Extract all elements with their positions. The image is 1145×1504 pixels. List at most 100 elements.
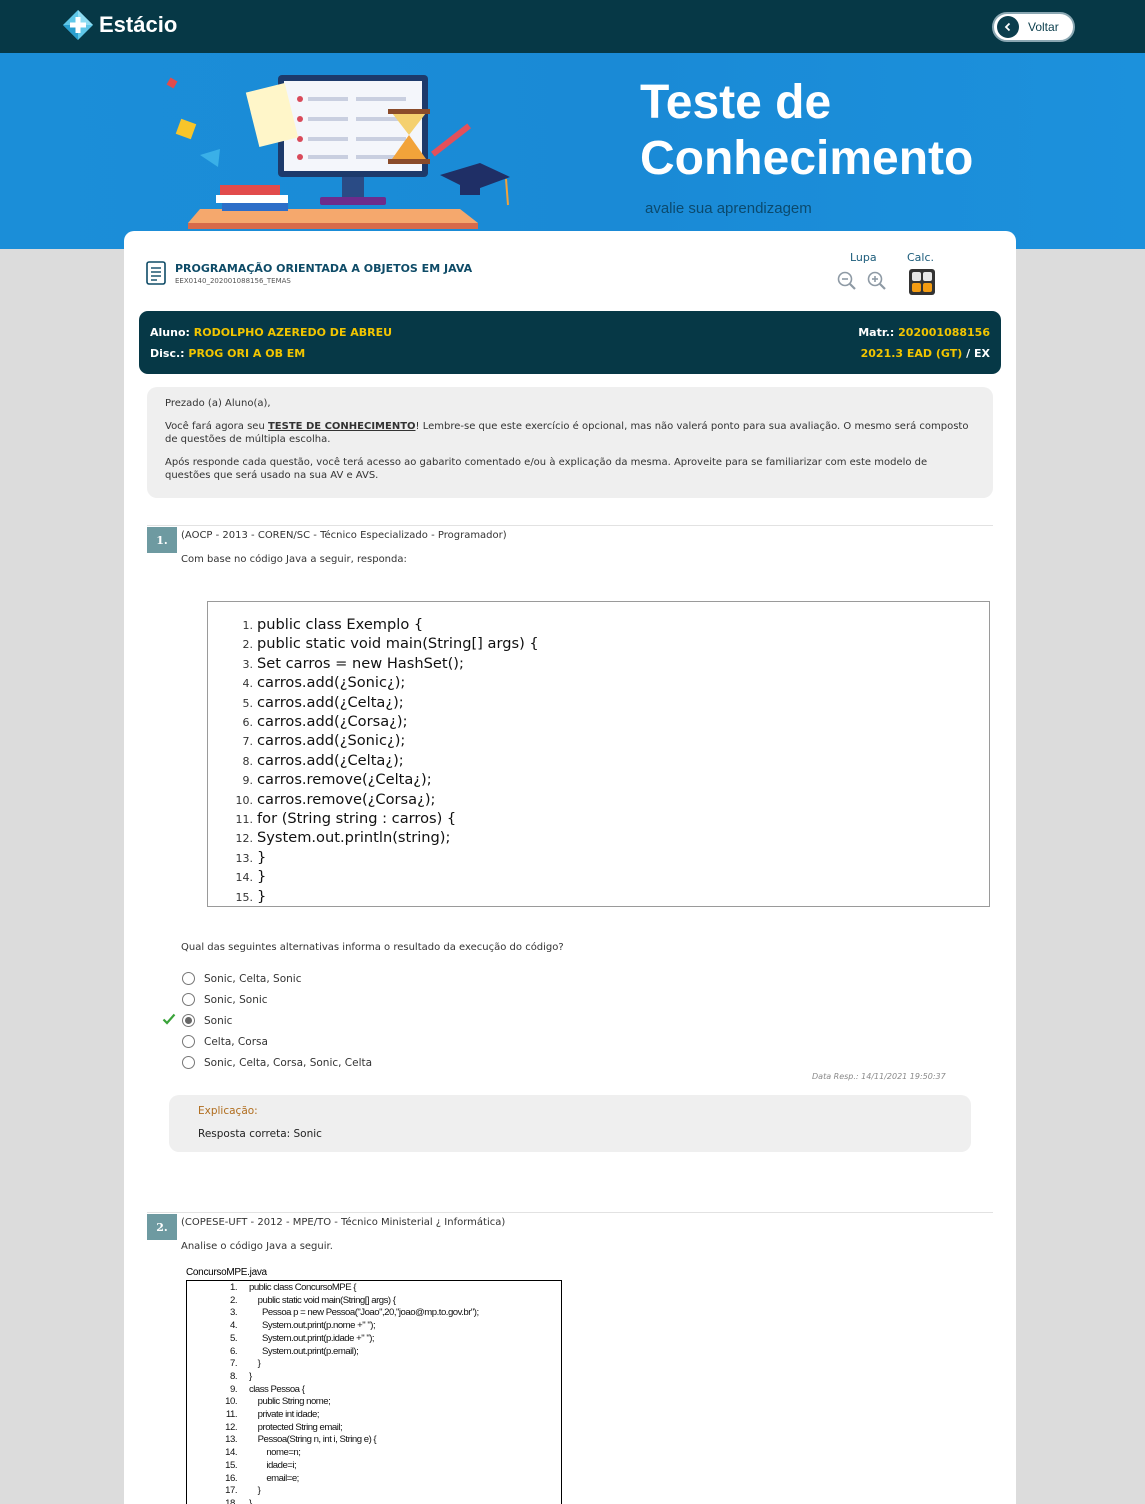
code-line-number: 13. xyxy=(225,1434,237,1446)
correct-check-icon xyxy=(162,1013,176,1025)
code-line: 6. System.out.print(p.email); xyxy=(217,1346,561,1359)
code-line: 13.} xyxy=(233,849,989,868)
answer-option[interactable]: Sonic, Sonic xyxy=(182,993,268,1006)
code-line-number: 3. xyxy=(242,657,254,671)
code-line-text: public static void main(String[] args) { xyxy=(249,1294,396,1306)
student-name-label: Aluno: xyxy=(150,326,190,339)
answer-option[interactable]: Celta, Corsa xyxy=(182,1035,268,1048)
code-line: 9. carros.remove(¿Celta¿); xyxy=(233,771,989,790)
code-image-block: 1. public class ConcursoMPE {2. public st… xyxy=(186,1280,562,1504)
code-line: 3. Pessoa p = new Pessoa("Joao",20,"joao… xyxy=(217,1307,561,1320)
code-line-number: 10. xyxy=(225,1396,237,1408)
code-block: 1. public class Exemplo {2. public static … xyxy=(207,601,990,907)
code-line: 14. nome=n; xyxy=(217,1447,561,1460)
code-line-text: System.out.print(p.email); xyxy=(249,1345,359,1357)
radio-button[interactable] xyxy=(182,1035,195,1048)
code-line-text: email=e; xyxy=(249,1472,299,1484)
question-number-badge: 2. xyxy=(147,1214,177,1240)
code-line-number: 5. xyxy=(229,1332,238,1344)
answer-option[interactable]: Sonic, Celta, Sonic xyxy=(182,972,301,985)
code-line: 1. public class Exemplo { xyxy=(233,616,989,635)
banner-title: Teste de Conhecimento xyxy=(640,75,973,187)
answer-option[interactable]: Sonic xyxy=(182,1014,232,1027)
code-line-text: private int idade; xyxy=(249,1409,320,1421)
radio-button[interactable] xyxy=(182,1014,195,1027)
back-button[interactable]: Voltar xyxy=(992,12,1075,42)
student-name: RODOLPHO AZEREDO DE ABREU xyxy=(193,326,393,339)
code-line-number: 1. xyxy=(229,1282,238,1293)
teste-conhecimento-emphasis: TESTE DE CONHECIMENTO xyxy=(267,421,416,432)
code-line-number: 7. xyxy=(242,735,254,749)
question-source: (COPESE-UFT - 2012 - MPE/TO - Técnico Mi… xyxy=(181,1217,506,1228)
zoom-label: Lupa xyxy=(850,251,877,264)
code-line: 1. public class ConcursoMPE { xyxy=(217,1282,561,1295)
code-line: 10. carros.remove(¿Corsa¿); xyxy=(233,791,989,810)
code-line: 7. carros.add(¿Sonic¿); xyxy=(233,732,989,751)
zoom-out-icon[interactable] xyxy=(837,271,857,291)
code-line-text: } xyxy=(249,1358,261,1370)
banner-title-line1: Teste de xyxy=(640,76,832,129)
question-divider xyxy=(147,525,993,526)
code-line-text: Set carros = new HashSet(); xyxy=(257,654,464,672)
code-line: 6. carros.add(¿Corsa¿); xyxy=(233,713,989,732)
code-line-number: 14. xyxy=(235,871,254,885)
banner-subtitle: avalie sua aprendizagem xyxy=(645,200,812,217)
code-line-number: 3. xyxy=(229,1307,238,1319)
code-line: 15. idade=i; xyxy=(217,1460,561,1473)
code-line: 9. class Pessoa { xyxy=(217,1384,561,1397)
calc-label: Calc. xyxy=(907,251,935,264)
estacio-logo[interactable]: Estácio xyxy=(62,9,177,41)
student-info-bar: Aluno: RODOLPHO AZEREDO DE ABREU Matr.: … xyxy=(139,311,1001,374)
code-line-number: 10. xyxy=(235,793,254,807)
radio-button[interactable] xyxy=(182,972,195,985)
code-line: 8. carros.add(¿Celta¿); xyxy=(233,752,989,771)
code-line-number: 2. xyxy=(242,638,254,652)
question-number-badge: 1. xyxy=(147,527,177,553)
code-line-number: 11. xyxy=(225,1409,238,1421)
code-line-number: 15. xyxy=(235,890,254,904)
code-line-number: 2. xyxy=(229,1294,238,1306)
instructions-paragraph-1: Você fará agora seu TESTE DE CONHECIMENT… xyxy=(165,421,969,445)
code-line-text: System.out.print(p.idade +" "); xyxy=(249,1332,375,1344)
radio-button[interactable] xyxy=(182,993,195,1006)
matricula-label: Matr.: xyxy=(858,326,895,339)
code-line: 16. email=e; xyxy=(217,1473,561,1486)
zoom-in-icon[interactable] xyxy=(867,271,887,291)
code-line: 17. } xyxy=(217,1485,561,1498)
code-line-number: 14. xyxy=(225,1447,237,1459)
radio-button[interactable] xyxy=(182,1056,195,1069)
code-line-number: 4. xyxy=(229,1320,238,1332)
code-line-text: System.out.println(string); xyxy=(257,829,451,847)
code-line-number: 8. xyxy=(229,1370,238,1382)
estacio-logo-icon xyxy=(63,10,93,40)
answer-option-label: Sonic xyxy=(204,1014,233,1027)
code-line: 13. Pessoa(String n, int i, String e) { xyxy=(217,1434,561,1447)
period-suffix: EX xyxy=(974,347,990,360)
code-line-text: } xyxy=(249,1370,252,1382)
code-line: 11. for (String string : carros) { xyxy=(233,810,989,829)
code-line-number: 6. xyxy=(242,716,254,730)
code-line-number: 12. xyxy=(225,1421,237,1433)
code-line-text: carros.remove(¿Celta¿); xyxy=(257,771,432,789)
discipline-value: PROG ORI A OB EM xyxy=(188,347,306,360)
top-bar: Estácio Voltar xyxy=(0,0,1145,53)
code-line: 5. System.out.print(p.idade +" "); xyxy=(217,1333,561,1346)
code-file-name: ConcursoMPE.java xyxy=(186,1267,267,1278)
code-line: 3. Set carros = new HashSet(); xyxy=(233,655,989,674)
answer-option-label: Sonic, Celta, Corsa, Sonic, Celta xyxy=(204,1056,373,1069)
code-line-text: } xyxy=(257,887,267,905)
code-line-text: for (String string : carros) { xyxy=(257,810,457,828)
answer-option-label: Celta, Corsa xyxy=(204,1035,268,1048)
code-line-number: 8. xyxy=(242,754,254,768)
hero-banner: Teste de Conhecimento avalie sua aprendi… xyxy=(0,53,1145,249)
code-line-number: 15. xyxy=(225,1459,237,1471)
course-title: PROGRAMAÇÃO ORIENTADA A OBJETOS EM JAVA xyxy=(175,262,473,275)
code-line-number: 9. xyxy=(242,774,254,788)
answer-option[interactable]: Sonic, Celta, Corsa, Sonic, Celta xyxy=(182,1056,372,1069)
calculator-icon[interactable] xyxy=(909,269,935,295)
code-line-number: 5. xyxy=(242,696,254,710)
code-line-text: System.out.print(p.nome +" "); xyxy=(249,1320,376,1332)
explanation-title: Explicação: xyxy=(198,1105,258,1117)
code-line-text: idade=i; xyxy=(249,1459,297,1471)
code-line-text: carros.add(¿Corsa¿); xyxy=(257,713,408,731)
